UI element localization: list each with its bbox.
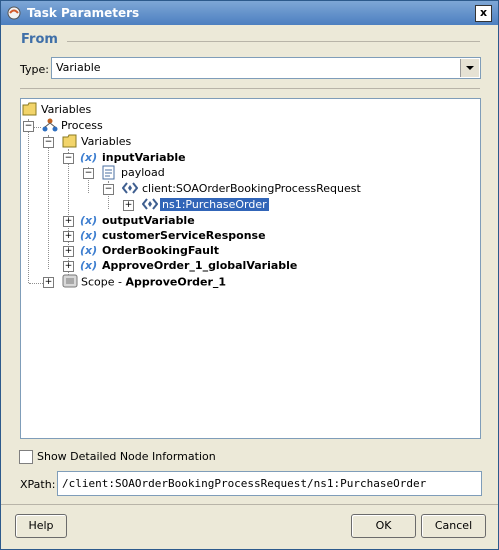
divider [1, 504, 498, 505]
scope-icon [62, 274, 78, 288]
tree-node-label-selected: ns1:PurchaseOrder [160, 198, 269, 211]
tree-node-label: client:SOAOrderBookingProcessRequest [142, 182, 361, 195]
ok-button[interactable]: OK [351, 514, 416, 538]
variable-icon: (x) [80, 229, 98, 242]
folder-icon [22, 102, 37, 116]
tree-node-label: customerServiceResponse [102, 229, 266, 242]
expand-toggle[interactable]: + [63, 216, 74, 227]
expand-toggle[interactable]: + [123, 200, 134, 211]
collapse-toggle[interactable]: − [63, 153, 74, 164]
collapse-toggle[interactable]: − [23, 121, 34, 132]
type-select[interactable]: Variable [51, 57, 481, 79]
variable-tree[interactable]: Variables − Process − Variables − (x) in… [20, 98, 481, 439]
variable-icon: (x) [80, 151, 98, 164]
scope-prefix: Scope - [81, 275, 126, 289]
tree-node-label: OrderBookingFault [102, 244, 219, 257]
tree-connector [48, 135, 49, 269]
type-select-value: Variable [56, 61, 101, 74]
tree-connector [29, 283, 43, 284]
title-bar[interactable]: Task Parameters x [1, 1, 498, 25]
section-divider [67, 41, 480, 42]
show-detailed-checkbox[interactable] [19, 450, 33, 464]
variable-icon: (x) [80, 259, 98, 272]
collapse-toggle[interactable]: − [103, 184, 114, 195]
xpath-field[interactable]: /client:SOAOrderBookingProcessRequest/ns… [57, 471, 482, 496]
tree-node-label: outputVariable [102, 214, 195, 227]
tree-node-label: inputVariable [102, 151, 186, 164]
cancel-button[interactable]: Cancel [421, 514, 486, 538]
type-label: Type: [20, 63, 49, 76]
tree-node-label: Process [61, 119, 103, 132]
expand-toggle[interactable]: + [63, 261, 74, 272]
tree-node-label: Variables [41, 103, 92, 116]
chevron-down-icon[interactable] [460, 59, 479, 77]
expand-toggle[interactable]: + [63, 231, 74, 242]
window-title: Task Parameters [27, 6, 140, 20]
show-detailed-label[interactable]: Show Detailed Node Information [37, 450, 216, 463]
tree-node-label: Scope - ApproveOrder_1 [81, 275, 226, 289]
close-icon[interactable]: x [475, 5, 492, 22]
process-icon [42, 118, 58, 132]
folder-icon [62, 134, 77, 148]
expand-toggle[interactable]: + [43, 277, 54, 288]
section-title-from: From [21, 32, 58, 47]
element-icon [142, 198, 158, 210]
xpath-value: /client:SOAOrderBookingProcessRequest/ns… [62, 477, 427, 490]
collapse-toggle[interactable]: − [83, 168, 94, 179]
document-icon [102, 165, 115, 180]
dialog-body: From Type: Variable Variables − Process … [1, 25, 498, 549]
tree-connector [28, 119, 29, 283]
tree-node-label: payload [121, 166, 165, 179]
help-button[interactable]: Help [15, 514, 67, 538]
scope-name: ApproveOrder_1 [125, 275, 227, 289]
expand-toggle[interactable]: + [63, 246, 74, 257]
collapse-toggle[interactable]: − [43, 137, 54, 148]
element-icon [122, 182, 138, 194]
app-icon [7, 6, 21, 20]
divider [20, 88, 480, 89]
tree-node-label: ApproveOrder_1_globalVariable [102, 259, 298, 272]
xpath-label: XPath: [20, 478, 56, 491]
variable-icon: (x) [80, 244, 98, 257]
variable-icon: (x) [80, 214, 98, 227]
task-parameters-dialog: Task Parameters x From Type: Variable Va… [0, 0, 499, 550]
tree-node-label: Variables [81, 135, 132, 148]
